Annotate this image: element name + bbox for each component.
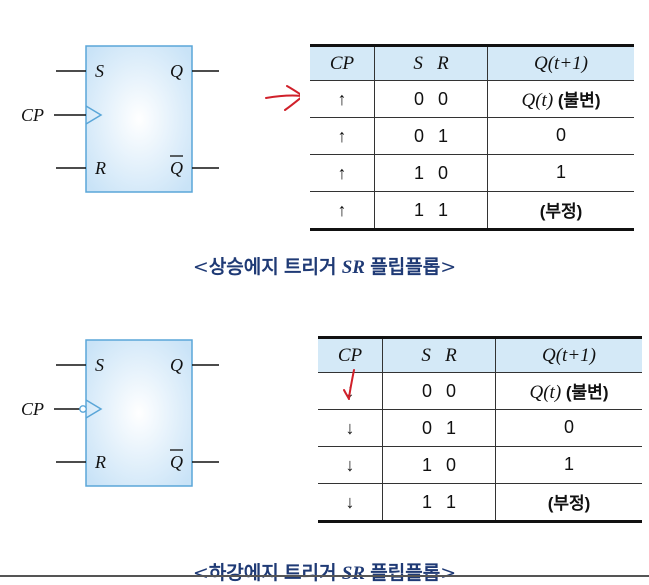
sr-cell: 01	[382, 409, 496, 447]
q-cell: Q(t) (불변)	[495, 372, 642, 410]
caption-sr: SR	[341, 563, 365, 584]
falling-truth-table: CP S R Q(t+1) ↓ 00 Q(t) (불변) ↓ 01 0 ↓ 10…	[318, 336, 642, 523]
header-cp: CP	[310, 45, 375, 81]
sr-cell: 10	[374, 154, 488, 192]
r-value: 1	[437, 125, 448, 146]
q-value: 1	[563, 454, 574, 474]
cp-cell: ↑	[310, 191, 375, 231]
falling-flipflop-symbol: S R Q Q CP	[21, 339, 219, 487]
s-value: 1	[421, 454, 432, 475]
q-value: 1	[555, 162, 566, 182]
r-value: 1	[437, 199, 448, 220]
r-value: 0	[437, 162, 448, 183]
q-cell: Q(t) (불변)	[487, 80, 634, 118]
caption-text-end: 플립플롭	[364, 257, 441, 278]
r-label: R	[94, 452, 106, 472]
header-sr: S R	[374, 45, 488, 81]
q-cell: (부정)	[487, 191, 634, 231]
cp-cell: ↓	[318, 483, 383, 523]
sr-cell: 10	[382, 446, 496, 484]
table-row: ↑ 11 (부정)	[310, 191, 634, 231]
caption-open: <	[192, 562, 209, 584]
q-value: 0	[563, 417, 574, 437]
red-annotation-tick	[343, 369, 355, 400]
q-cell: (부정)	[495, 483, 642, 523]
cp-cell: ↓	[318, 409, 383, 447]
caption-text-end: 플립플롭	[364, 563, 441, 584]
q-italic-value: Q(t)	[521, 90, 554, 111]
falling-caption: <하강에지 트리거 SR 플립플롭>	[0, 558, 649, 585]
header-q: Q(t+1)	[487, 45, 634, 81]
table-row: ↑ 01 0	[310, 117, 634, 155]
q-cell: 0	[487, 117, 634, 155]
table-row: ↓ 10 1	[318, 446, 642, 484]
s-value: 0	[413, 125, 424, 146]
q-label: Q	[170, 355, 183, 375]
s-value: 0	[421, 417, 432, 438]
cp-cell: ↑	[310, 117, 375, 155]
r-value: 1	[445, 491, 456, 512]
sr-cell: 00	[374, 80, 488, 118]
table-row: ↓ 11 (부정)	[318, 483, 642, 523]
sr-cell: 11	[382, 483, 496, 523]
s-label: S	[95, 355, 104, 375]
caption-close: >	[440, 256, 457, 278]
caption-sr: SR	[341, 257, 365, 278]
cp-cell: ↓	[318, 446, 383, 484]
r-value: 1	[445, 417, 456, 438]
table-row: ↑ 10 1	[310, 154, 634, 192]
r-value: 0	[445, 454, 456, 475]
q-value: 0	[555, 125, 566, 145]
table-row: ↑ 00 Q(t) (불변)	[310, 80, 634, 118]
s-value: 0	[421, 380, 432, 401]
sr-cell: 01	[374, 117, 488, 155]
q-value: (부정)	[547, 494, 591, 513]
sr-cell: 00	[382, 372, 496, 410]
q-cell: 1	[487, 154, 634, 192]
cp-label: CP	[21, 399, 44, 419]
q-italic-value: Q(t)	[529, 382, 562, 403]
r-value: 0	[445, 380, 456, 401]
q-value: (부정)	[539, 202, 583, 221]
inversion-bubble	[79, 405, 87, 413]
s-value: 0	[413, 88, 424, 109]
s-value: 1	[413, 162, 424, 183]
cp-cell: ↑	[310, 154, 375, 192]
table-row: ↓ 01 0	[318, 409, 642, 447]
s-value: 1	[413, 199, 424, 220]
s-value: 1	[421, 491, 432, 512]
cp-cell: ↑	[310, 80, 375, 118]
q-value: (불변)	[553, 91, 601, 110]
qbar-label: Q	[170, 452, 183, 472]
q-value: (불변)	[561, 383, 609, 402]
q-cell: 0	[495, 409, 642, 447]
q-cell: 1	[495, 446, 642, 484]
caption-close: >	[440, 562, 457, 584]
bottom-divider	[0, 575, 649, 577]
rising-truth-table: CP S R Q(t+1) ↑ 00 Q(t) (불변) ↑ 01 0 ↑ 10…	[310, 44, 634, 231]
caption-text: 하강에지 트리거	[208, 563, 342, 584]
header-sr: S R	[382, 337, 496, 373]
r-value: 0	[437, 88, 448, 109]
header-q: Q(t+1)	[495, 337, 642, 373]
sr-cell: 11	[374, 191, 488, 231]
